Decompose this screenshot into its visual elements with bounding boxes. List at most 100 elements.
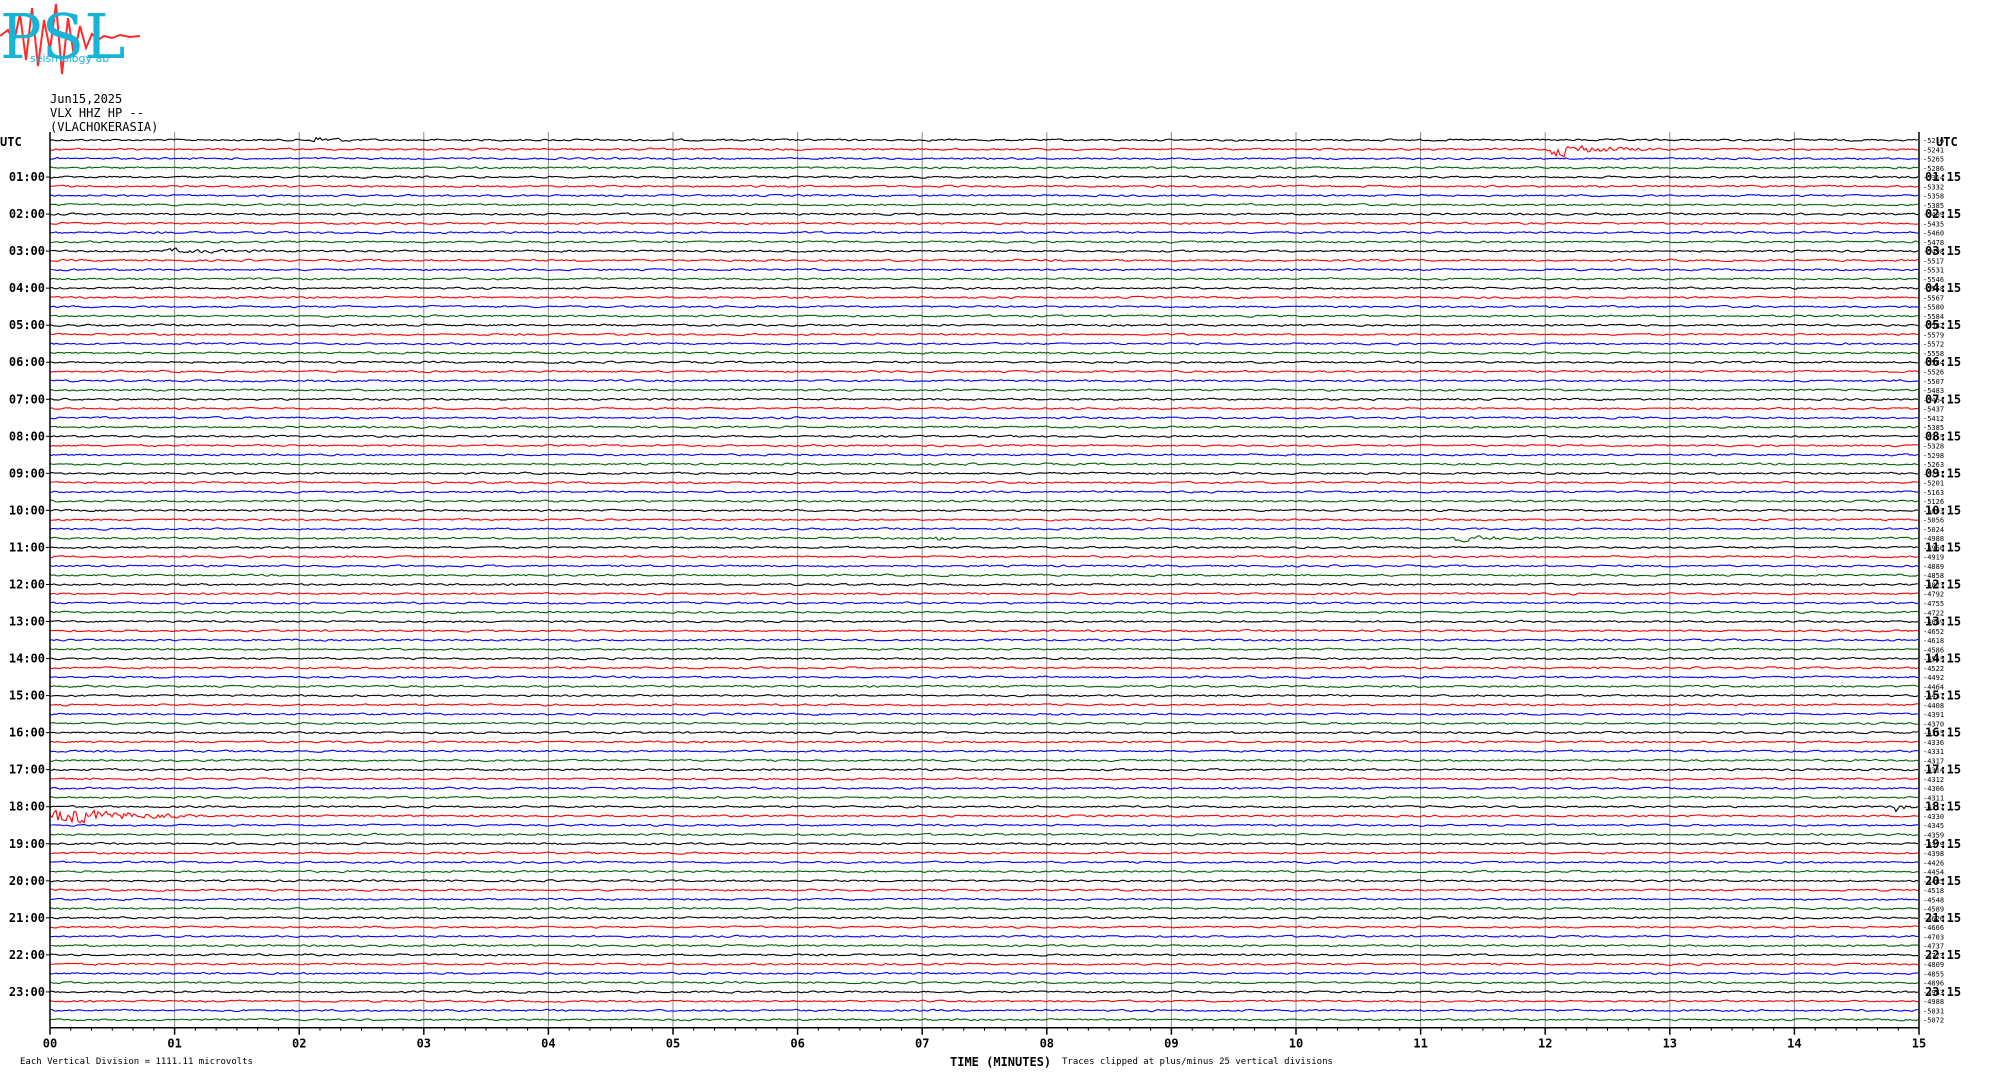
x-tick-label: 13 [1663,1037,1677,1051]
seismogram-trace [49,554,1919,559]
trace-offset-label: -4331 [1923,748,1944,756]
seismogram-trace [49,1018,1919,1022]
seismogram-trace [49,323,1919,327]
trace-offset-label: -4548 [1923,896,1944,904]
right-hour-label: 23:15 [1925,985,1961,999]
trace-offset-label: -5437 [1923,406,1944,414]
trace-offset-label: -4518 [1923,887,1944,895]
header-channel: VLX HHZ HP -- [50,106,144,120]
seismogram-trace [49,666,1919,670]
trace-offset-label: -4336 [1923,739,1944,747]
seismogram-trace [49,175,1919,179]
trace-offset-label: -4666 [1923,924,1944,932]
seismogram-trace [49,184,1919,188]
trace-offset-label: -4855 [1923,970,1944,978]
seismogram-trace [49,841,1919,846]
seismogram-trace [49,925,1919,929]
seismogram-trace [49,434,1919,439]
trace-offset-label: -4426 [1923,859,1944,867]
trace-offset-label: -5328 [1923,443,1944,451]
division-note: Each Vertical Division = 1111.11 microvo… [20,1057,253,1067]
x-tick-label: 03 [417,1037,431,1051]
x-tick-label: 05 [666,1037,680,1051]
seismogram-trace [49,378,1919,383]
right-hour-label: 03:15 [1925,244,1961,258]
seismogram-trace [49,193,1919,198]
seismogram-trace [49,480,1919,485]
left-hour-label: 08:00 [9,429,45,443]
seismogram-trace [49,971,1919,976]
seismogram-trace [49,786,1919,790]
seismogram-trace [49,416,1919,420]
left-hour-label: 15:00 [9,689,45,703]
seismogram-trace [49,962,1919,966]
seismogram-trace [49,527,1919,531]
trace-offset-label: -5024 [1923,526,1944,534]
x-tick-label: 01 [167,1037,181,1051]
seismogram-trace [49,388,1919,392]
seismogram-trace [49,777,1919,781]
trace-offset-label: -5056 [1923,517,1944,525]
seismogram-trace [49,136,1919,143]
x-tick-label: 15 [1912,1037,1926,1051]
seismogram-trace [49,212,1919,216]
left-hour-label: 16:00 [9,726,45,740]
trace-offset-label: -5435 [1923,220,1944,228]
seismogram-trace [49,809,1919,824]
seismogram-trace [49,980,1919,985]
trace-offset-label: -5531 [1923,267,1944,275]
seismogram-trace [49,999,1919,1003]
seismogram-trace [49,703,1919,707]
left-hour-label: 07:00 [9,392,45,406]
left-hour-label: 13:00 [9,615,45,629]
trace-offset-label: -4306 [1923,785,1944,793]
left-hour-label: 06:00 [9,355,45,369]
left-hour-label: 02:00 [9,207,45,221]
left-hour-label: 18:00 [9,800,45,814]
trace-offset-label: -5507 [1923,378,1944,386]
right-hour-label: 10:15 [1925,503,1961,517]
trace-offset-label: -5460 [1923,230,1944,238]
seismogram-trace [49,341,1919,346]
seismogram-trace [49,156,1919,161]
trace-offset-label: -5332 [1923,183,1944,191]
header-date: Jun15,2025 [50,92,123,106]
left-hour-label: 11:00 [9,540,45,554]
x-tick-label: 07 [915,1037,929,1051]
right-hour-label: 15:15 [1925,689,1961,703]
trace-offset-label: -4792 [1923,591,1944,599]
x-axis-label: TIME (MINUTES) [950,1055,1052,1069]
left-hour-label: 21:00 [9,911,45,925]
seismogram-trace [49,730,1919,735]
seismogram-trace [49,601,1919,605]
seismogram-trace [49,564,1919,568]
seismogram-trace [49,166,1919,170]
trace-offset-label: -5298 [1923,452,1944,460]
seismogram-trace [49,499,1919,503]
x-tick-label: 08 [1040,1037,1054,1051]
seismogram-trace [49,943,1919,948]
x-tick-label: 12 [1538,1037,1552,1051]
right-hour-label: 02:15 [1925,207,1961,221]
seismogram-trace [49,397,1919,401]
seismogram-trace [49,314,1919,318]
seismogram-trace [49,749,1919,753]
trace-offset-label: -4330 [1923,813,1944,821]
trace-offset-label: -4398 [1923,850,1944,858]
left-hour-label: 19:00 [9,837,45,851]
seismogram-trace [49,758,1919,763]
right-hour-label: 04:15 [1925,281,1961,295]
seismogram-trace [49,805,1919,813]
seismogram-trace [49,490,1919,494]
grid-lines [49,132,1920,1028]
trace-offset-label: -4889 [1923,563,1944,571]
left-axis-title: UTC [0,135,22,149]
seismogram-trace [49,535,1919,543]
seismogram-trace [49,277,1919,281]
seismogram-trace [49,508,1919,513]
seismogram-trace [49,351,1919,355]
trace-offset-label: -5412 [1923,415,1944,423]
x-tick-label: 04 [541,1037,555,1051]
x-tick-label: 06 [790,1037,804,1051]
seismogram-trace [49,934,1919,939]
